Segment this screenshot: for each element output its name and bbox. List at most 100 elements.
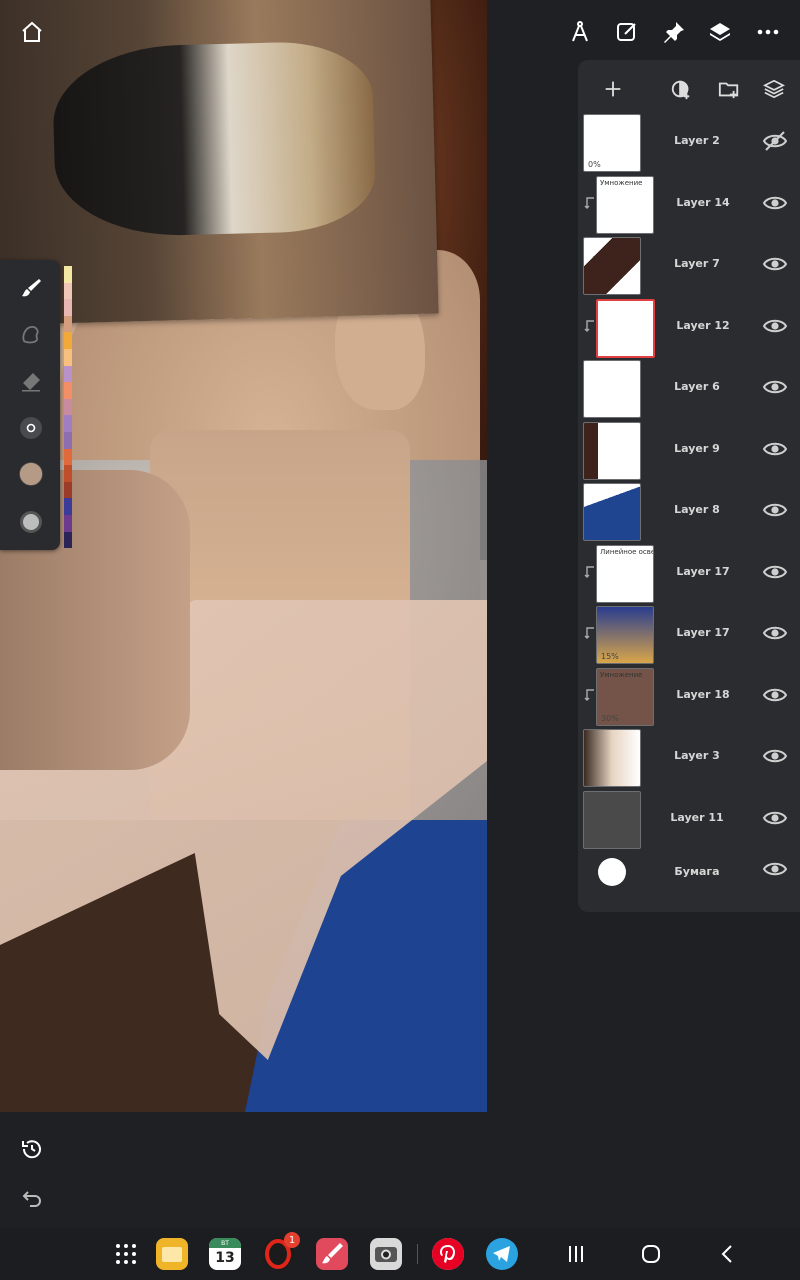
layer-thumbnail[interactable] [583,483,641,541]
layer-thumbnail[interactable] [596,298,655,358]
palette-swatch[interactable] [64,481,72,499]
smudge-icon[interactable] [15,318,47,350]
new-folder-icon[interactable] [716,76,742,102]
eye-off-icon[interactable] [762,130,788,152]
files-app-icon[interactable] [156,1238,188,1270]
layer-row[interactable]: Layer 3 [578,727,800,789]
clipping-mask-icon [584,565,594,578]
layer-opacity-label: 30% [601,713,619,723]
tool-panel [0,260,60,550]
palette-swatch[interactable] [64,514,72,532]
layer-thumbnail[interactable]: Умножение 30% [596,667,654,726]
history-icon[interactable] [20,1137,44,1161]
eye-icon[interactable] [762,622,788,644]
layer-thumbnail[interactable] [583,790,641,849]
eye-icon[interactable] [762,807,788,829]
eye-icon[interactable] [762,858,788,880]
brush-size-icon[interactable] [15,412,47,444]
layer-row[interactable]: 0% Layer 2 [578,112,800,174]
opera-app-icon[interactable]: 1 [262,1232,300,1270]
eye-icon[interactable] [762,745,788,767]
drawing-canvas[interactable] [0,0,487,1112]
edit-icon[interactable] [613,18,641,46]
layer-thumbnail[interactable] [583,237,641,295]
blend-mode-note: Умножение [600,670,643,679]
layer-thumbnail[interactable] [583,421,641,480]
taskbar-divider [417,1244,418,1264]
layers-stack-icon[interactable] [761,76,787,102]
layer-name: Layer 12 [676,318,730,332]
layer-name: Layer 14 [676,195,730,209]
add-layer-icon[interactable] [600,76,626,102]
layer-row[interactable]: Умножение 30% Layer 18 [578,666,800,728]
palette-swatch[interactable] [64,332,72,349]
paper-color-dot[interactable] [598,858,626,886]
eraser-icon[interactable] [15,366,47,398]
ruler-compass-icon[interactable] [566,18,594,46]
eye-icon[interactable] [762,315,788,337]
layer-thumbnail[interactable]: Умножение [596,175,654,234]
palette-swatch[interactable] [64,348,72,366]
eye-icon[interactable] [762,438,788,460]
eye-icon[interactable] [762,376,788,398]
layer-row[interactable]: Layer 11 [578,789,800,851]
layer-name: Layer 17 [676,564,730,578]
layer-row[interactable]: Layer 12 [578,297,800,359]
palette-swatch[interactable] [64,498,72,515]
color-palette-strip[interactable] [64,266,72,549]
eye-icon[interactable] [762,561,788,583]
more-icon[interactable] [754,18,782,46]
layer-row[interactable]: Линейное осветление Layer 17 [578,543,800,605]
layer-row[interactable]: Layer 7 [578,235,800,297]
camera-app-icon[interactable] [370,1238,402,1270]
brush-icon[interactable] [15,272,47,304]
layer-thumbnail[interactable] [583,729,641,787]
eye-icon[interactable] [762,253,788,275]
back-nav-icon[interactable] [716,1242,740,1266]
palette-swatch[interactable] [64,299,72,316]
layers-panel: 0% Layer 2 Умножение Layer 14 Layer 7 Layer 1… [578,60,800,912]
palette-swatch[interactable] [64,431,72,449]
pin-icon[interactable] [660,18,688,46]
calendar-day: 13 [215,1250,235,1266]
eye-icon[interactable] [762,192,788,214]
undo-icon[interactable] [20,1186,44,1210]
palette-swatch[interactable] [64,465,72,482]
layer-row[interactable]: Layer 6 [578,358,800,420]
blend-mode-note: Линейное осветление [600,547,653,556]
layer-row[interactable]: 15% Layer 17 [578,604,800,666]
layer-row[interactable]: Layer 9 [578,420,800,482]
layer-thumbnail[interactable]: Линейное осветление [596,544,654,603]
palette-swatch[interactable] [64,531,72,549]
layers-icon[interactable] [706,18,734,46]
layer-name: Layer 18 [676,687,730,701]
layer-row[interactable]: Умножение Layer 14 [578,174,800,236]
layer-row[interactable]: Layer 8 [578,481,800,543]
app-drawer-icon[interactable] [110,1238,142,1270]
layer-row[interactable]: Бумага [578,850,800,912]
palette-swatch[interactable] [64,448,72,466]
home-nav-icon[interactable] [639,1242,663,1266]
palette-swatch[interactable] [64,282,72,300]
layer-thumbnail[interactable]: 0% [583,114,641,172]
palette-swatch[interactable] [64,365,72,383]
layer-name: Layer 9 [674,441,720,455]
layer-thumbnail[interactable] [583,360,641,418]
fill-layer-icon[interactable] [668,76,694,102]
telegram-app-icon[interactable] [486,1238,518,1270]
palette-swatch[interactable] [64,398,72,416]
opacity-icon[interactable] [15,506,47,538]
pinterest-app-icon[interactable] [432,1238,464,1270]
palette-swatch[interactable] [64,315,72,333]
calendar-app-icon[interactable]: ВТ 13 [209,1238,241,1270]
palette-swatch[interactable] [64,266,72,283]
eye-icon[interactable] [762,684,788,706]
recent-apps-icon[interactable] [564,1242,588,1266]
palette-swatch[interactable] [64,382,72,399]
palette-swatch[interactable] [64,415,72,432]
home-icon[interactable] [18,18,46,46]
drawing-app-icon[interactable] [316,1238,348,1270]
eye-icon[interactable] [762,499,788,521]
layer-thumbnail[interactable]: 15% [596,606,654,664]
current-color-swatch[interactable] [15,458,47,490]
